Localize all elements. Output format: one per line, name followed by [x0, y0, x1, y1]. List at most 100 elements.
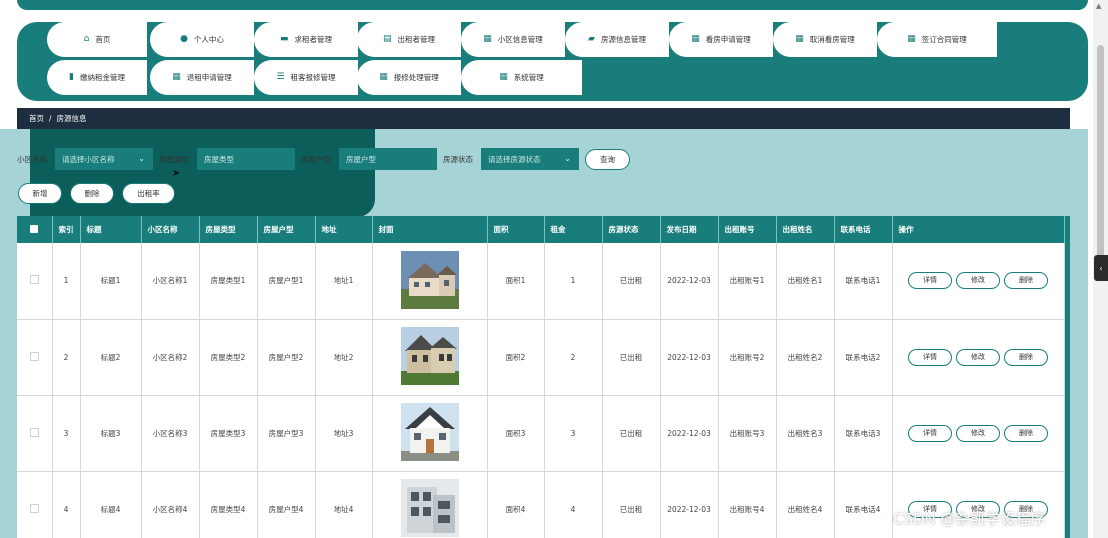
cell-community: 小区名称3 [141, 395, 200, 472]
cell-community: 小区名称4 [141, 471, 200, 538]
nav-item-label: 房源信息管理 [600, 35, 646, 44]
nav-item[interactable]: ▦ 小区信息管理 [461, 22, 565, 57]
nav-item[interactable]: ▦ 退租申请管理 [150, 60, 254, 95]
delete-button[interactable]: 删除 [1004, 424, 1048, 442]
cell-address: 地址3 [315, 395, 373, 472]
column-header: 联系电话 [834, 216, 893, 243]
table-row: 3 标题3 小区名称3 房屋类型3 房屋户型3 地址3 面积3 3 已出租 2022-12-03 出… [17, 395, 1065, 472]
layout-input[interactable]: 房屋户型 [339, 148, 437, 170]
cell-account: 出租账号2 [718, 319, 777, 396]
column-header: 房屋类型 [199, 216, 258, 243]
edit-button[interactable]: 修改 [956, 424, 1000, 442]
row-actions: 详情 修改 删除 [892, 395, 1065, 472]
nav-item-label: 租客报修管理 [290, 73, 336, 82]
column-header: 出租账号 [718, 216, 777, 243]
column-header: 发布日期 [660, 216, 719, 243]
grid-icon: ▦ [483, 34, 492, 44]
cell-address: 地址4 [315, 471, 373, 538]
cell-community: 小区名称1 [141, 243, 200, 320]
nav-item-label: 首页 [95, 35, 111, 44]
rental-rate-button[interactable]: 出租率 [122, 183, 175, 204]
nav-item[interactable]: ▦ 系统管理 [461, 60, 582, 95]
nav-item-label: 取消看房管理 [809, 35, 855, 44]
cell-phone: 联系电话4 [834, 471, 893, 538]
row-actions: 详情 修改 删除 [892, 243, 1065, 320]
detail-button[interactable]: 详情 [908, 348, 952, 366]
nav-item[interactable]: ▤ 出租者管理 [357, 22, 461, 57]
row-checkbox[interactable] [17, 319, 53, 396]
edit-button[interactable]: 修改 [956, 348, 1000, 366]
nav-item[interactable]: ● 个人中心 [150, 22, 254, 57]
grid-icon: ▦ [691, 34, 700, 44]
nav-item[interactable]: ☰ 租客报修管理 [254, 60, 358, 95]
row-checkbox[interactable] [17, 243, 53, 320]
house-table: 索引 标题 小区名称 房屋类型 房屋户型 地址 封面 面积 租金 房源状态 发布… [17, 216, 1070, 538]
table-row: 2 标题2 小区名称2 房屋类型2 房屋户型2 地址2 面积2 2 已出租 2022-12-03 出… [17, 319, 1065, 396]
detail-button[interactable]: 详情 [908, 424, 952, 442]
nav-item[interactable]: ⌂ 首页 [47, 22, 147, 57]
home-icon: ⌂ [83, 34, 90, 44]
nav-item-label: 系统管理 [513, 73, 544, 82]
nav-item[interactable]: ▮ 缴纳租金管理 [47, 60, 147, 95]
nav-item[interactable]: ▦ 报修处理管理 [357, 60, 461, 95]
cell-layout: 房屋户型4 [257, 471, 316, 538]
nav-item[interactable]: ▦ 取消看房管理 [773, 22, 877, 57]
column-header: 小区名称 [141, 216, 200, 243]
community-select-value: 请选择小区名称 [62, 154, 115, 164]
layout-input-placeholder: 房屋户型 [346, 154, 376, 164]
column-header: 房屋户型 [257, 216, 316, 243]
edit-button[interactable]: 修改 [956, 272, 1000, 290]
cell-account: 出租账号4 [718, 471, 777, 538]
row-checkbox[interactable] [17, 471, 53, 538]
scrollbar-thumb[interactable] [1097, 45, 1104, 258]
nav-item[interactable]: ▦ 看房申请管理 [669, 22, 773, 57]
delete-button[interactable]: 删除 [1004, 272, 1048, 290]
chat-icon: ▬ [279, 34, 289, 44]
cell-name: 出租姓名1 [776, 243, 835, 320]
cover-image [372, 471, 488, 538]
cell-status: 已出租 [602, 471, 661, 538]
cover-image [372, 319, 488, 396]
cell-area: 面积4 [487, 471, 545, 538]
cell-date: 2022-12-03 [660, 471, 719, 538]
cell-status: 已出租 [602, 395, 661, 472]
cell-layout: 房屋户型2 [257, 319, 316, 396]
row-actions: 详情 修改 删除 [892, 319, 1065, 396]
cell-area: 面积1 [487, 243, 545, 320]
breadcrumb-separator: / [49, 114, 52, 123]
cell-date: 2022-12-03 [660, 395, 719, 472]
chevron-down-icon: ⌄ [564, 154, 571, 163]
cell-rent: 1 [544, 243, 603, 320]
mouse-cursor-icon: ➤ [172, 168, 181, 179]
community-select[interactable]: 请选择小区名称 ⌄ [55, 148, 153, 170]
cell-date: 2022-12-03 [660, 319, 719, 396]
nav-item[interactable]: ▦ 签订合同管理 [877, 22, 997, 57]
status-select[interactable]: 请选择房源状态 ⌄ [481, 148, 579, 170]
status-filter-label: 房源状态 [443, 155, 473, 164]
detail-button[interactable]: 详情 [908, 272, 952, 290]
nav-item[interactable]: ▰ 房源信息管理 [565, 22, 669, 57]
grid-icon: ▦ [795, 34, 804, 44]
grid-icon: ▦ [379, 72, 388, 82]
scroll-up-arrow-icon[interactable]: ▲ [1096, 2, 1101, 10]
cover-image [372, 395, 488, 472]
side-collapse-tab[interactable]: ‹ [1094, 255, 1108, 281]
cell-rent: 3 [544, 395, 603, 472]
batch-delete-button[interactable]: 删除 [70, 183, 114, 204]
select-all-checkbox[interactable] [17, 216, 53, 243]
row-checkbox[interactable] [17, 395, 53, 472]
delete-button[interactable]: 删除 [1004, 348, 1048, 366]
house-type-input[interactable]: 房屋类型 [197, 148, 295, 170]
search-button[interactable]: 查询 [585, 149, 630, 170]
column-header: 索引 [52, 216, 81, 243]
house-type-filter-label: 房屋类型 [159, 155, 189, 164]
nav-item-label: 签订合同管理 [921, 35, 967, 44]
cell-phone: 联系电话3 [834, 395, 893, 472]
cell-name: 出租姓名2 [776, 319, 835, 396]
nav-item[interactable]: ▬ 求租者管理 [254, 22, 358, 57]
column-header: 封面 [372, 216, 488, 243]
breadcrumb-home[interactable]: 首页 [29, 113, 44, 124]
cell-account: 出租账号1 [718, 243, 777, 320]
add-button[interactable]: 新增 [18, 183, 62, 204]
cell-status: 已出租 [602, 243, 661, 320]
